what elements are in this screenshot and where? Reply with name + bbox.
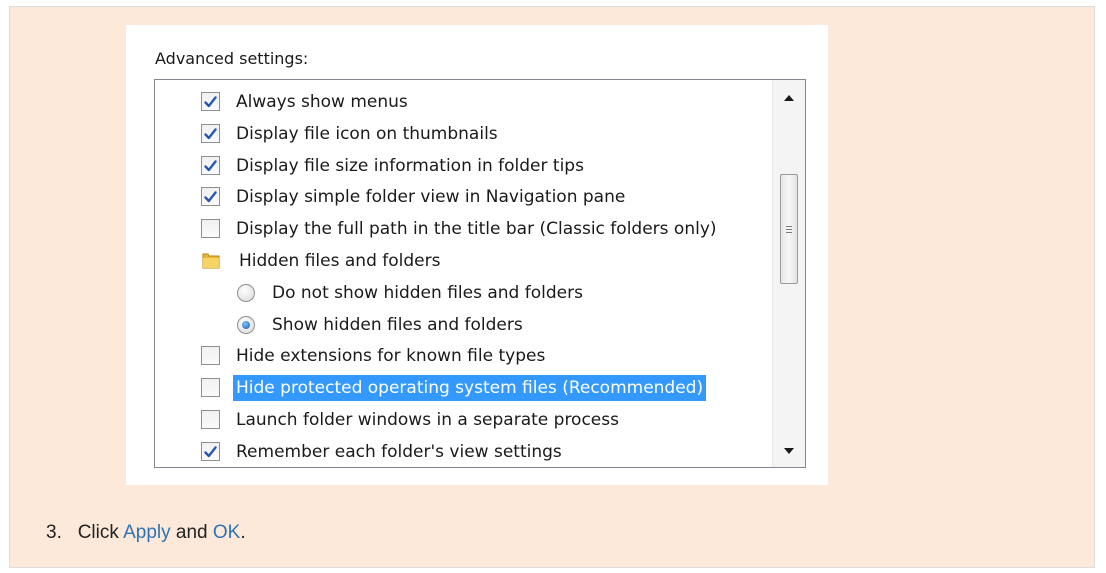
- option-label: Remember each folder's view settings: [236, 441, 562, 462]
- scroll-down-button[interactable]: [773, 439, 805, 463]
- settings-radio-option[interactable]: Do not show hidden files and folders: [237, 277, 586, 308]
- settings-checkbox-option[interactable]: Display simple folder view in Navigation…: [201, 181, 628, 212]
- radio-selected[interactable]: [237, 315, 255, 334]
- checkbox-unchecked[interactable]: [201, 219, 220, 238]
- settings-checkbox-option[interactable]: Display file size information in folder …: [201, 150, 587, 181]
- settings-radio-option[interactable]: Show hidden files and folders: [237, 309, 526, 340]
- check-icon: [204, 190, 217, 202]
- arrow-up-icon: [784, 95, 794, 101]
- ok-link[interactable]: OK: [213, 522, 240, 543]
- checkbox-checked[interactable]: [201, 156, 220, 175]
- settings-group-header: Hidden files and folders: [201, 245, 443, 276]
- checkbox-checked[interactable]: [201, 442, 220, 461]
- scroll-thumb[interactable]: [780, 174, 798, 284]
- advanced-settings-list[interactable]: Always show menus Display file icon on th…: [154, 79, 806, 468]
- check-icon: [204, 95, 217, 107]
- step-number: 3.: [46, 522, 62, 543]
- option-label: Hide protected operating system files (R…: [233, 374, 707, 401]
- option-label: Hide extensions for known file types: [236, 345, 546, 366]
- option-label: Do not show hidden files and folders: [272, 282, 583, 303]
- checkbox-checked[interactable]: [201, 187, 220, 206]
- checkbox-unchecked[interactable]: [201, 410, 220, 429]
- check-icon: [204, 445, 217, 457]
- checkbox-unchecked[interactable]: [201, 378, 220, 397]
- checkbox-unchecked[interactable]: [201, 346, 220, 365]
- option-label: Display simple folder view in Navigation…: [236, 186, 626, 207]
- radio-unselected[interactable]: [237, 283, 255, 302]
- grip-icon: [786, 225, 792, 234]
- folder-options-panel: Advanced settings: Always show menus Disp…: [126, 25, 828, 485]
- option-label: Always show menus: [236, 91, 408, 112]
- vertical-scrollbar[interactable]: [772, 80, 805, 467]
- settings-checkbox-option[interactable]: Remember each folder's view settings: [201, 436, 565, 467]
- option-label: Launch folder windows in a separate proc…: [236, 409, 619, 430]
- option-label: Display the full path in the title bar (…: [236, 218, 717, 239]
- check-icon: [204, 127, 217, 139]
- radio-dot-icon: [242, 320, 250, 329]
- instruction-step: 3. Click Apply and OK.: [46, 522, 246, 544]
- option-label: Hidden files and folders: [239, 250, 441, 271]
- arrow-down-icon: [784, 448, 794, 454]
- document-frame: Advanced settings: Always show menus Disp…: [9, 6, 1095, 568]
- settings-checkbox-option[interactable]: Always show menus: [201, 86, 411, 117]
- apply-link[interactable]: Apply: [123, 522, 171, 543]
- option-label: Display file icon on thumbnails: [236, 123, 498, 144]
- checkbox-checked[interactable]: [201, 124, 220, 143]
- settings-checkbox-option[interactable]: Launch folder windows in a separate proc…: [201, 404, 622, 435]
- settings-checkbox-option[interactable]: Hide protected operating system files (R…: [201, 372, 707, 403]
- checkbox-checked[interactable]: [201, 92, 220, 111]
- settings-checkbox-option[interactable]: Hide extensions for known file types: [201, 340, 548, 371]
- check-icon: [204, 159, 217, 171]
- settings-checkbox-option[interactable]: Display the full path in the title bar (…: [201, 213, 720, 244]
- instruction-middle: and: [175, 522, 208, 543]
- instruction-prefix: Click: [77, 522, 119, 543]
- folder-icon: [202, 253, 220, 268]
- option-label: Display file size information in folder …: [236, 155, 584, 176]
- settings-checkbox-option[interactable]: Display file icon on thumbnails: [201, 118, 501, 149]
- advanced-settings-heading: Advanced settings:: [155, 49, 309, 68]
- instruction-suffix: .: [240, 522, 246, 543]
- scroll-up-button[interactable]: [773, 86, 805, 110]
- option-label: Show hidden files and folders: [272, 314, 523, 335]
